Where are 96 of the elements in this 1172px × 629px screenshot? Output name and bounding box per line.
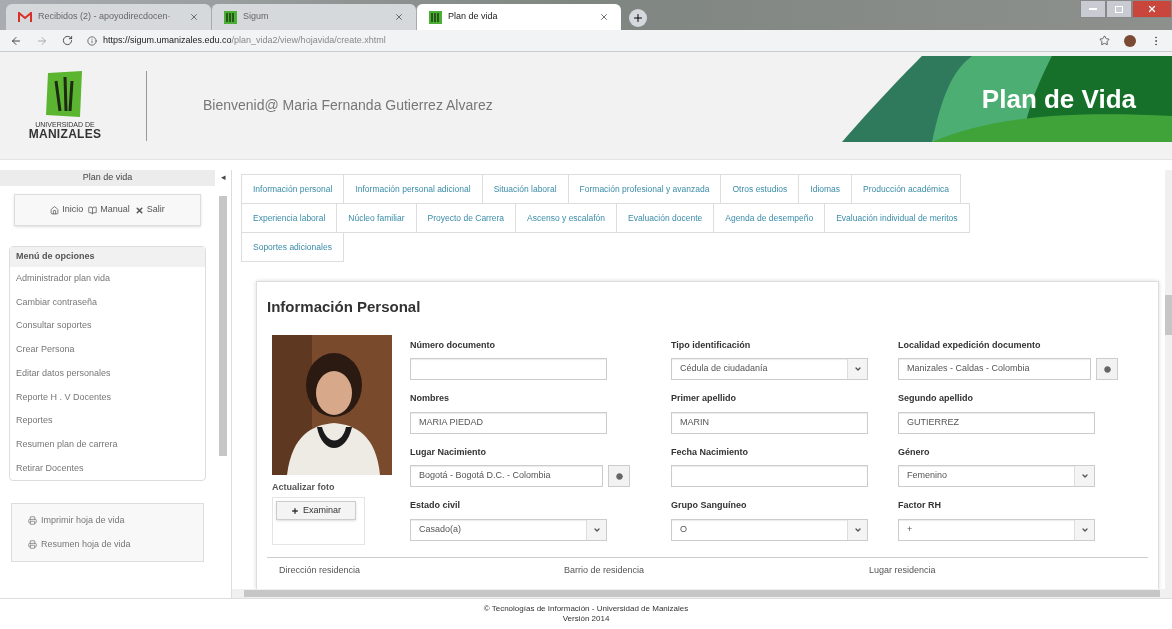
plus-icon <box>632 12 644 24</box>
form-title: Información Personal <box>267 297 422 317</box>
section-tab[interactable]: Evaluación individual de meritos <box>824 203 970 233</box>
field-label: Segundo apellido <box>898 392 974 405</box>
select-field[interactable]: Femenino <box>898 465 1095 487</box>
menu-item[interactable]: Reportes <box>10 409 206 433</box>
select-field[interactable]: Casado(a) <box>410 518 607 541</box>
printer-icon <box>28 516 37 526</box>
quick-link[interactable]: Manual <box>88 203 130 217</box>
scrollbar[interactable] <box>1165 295 1172 335</box>
avatar-icon[interactable] <box>1124 34 1136 47</box>
welcome-text: Bienvenid@ Maria Fernanda Gutierrez Alvarez <box>203 96 493 115</box>
field-label: Nombres <box>410 392 450 405</box>
select-field[interactable]: Cédula de ciudadanía <box>671 358 868 380</box>
close-icon <box>1147 4 1157 14</box>
close-icon[interactable] <box>599 12 609 22</box>
scrollbar[interactable] <box>244 590 1160 597</box>
quick-link[interactable]: Salir <box>134 203 165 217</box>
site-icon <box>429 10 442 24</box>
text-field[interactable]: Bogotá - Bogotá D.C. - Colombia <box>410 465 604 487</box>
select-field[interactable]: O <box>671 518 868 541</box>
star-icon[interactable] <box>1099 35 1110 46</box>
section-tab[interactable]: Soportes adicionales <box>241 232 344 262</box>
sidebar-header: Plan de vida <box>0 170 216 186</box>
text-field[interactable]: Manizales - Caldas - Colombia <box>898 358 1092 380</box>
new-tab-button[interactable] <box>629 9 647 27</box>
field-label: Grupo Sanguíneo <box>671 499 748 512</box>
text-field[interactable]: GUTIERREZ <box>898 411 1095 434</box>
minimize-button[interactable] <box>1080 0 1106 18</box>
menu-item[interactable]: Resumen plan de carrera <box>10 432 206 457</box>
text-field[interactable]: MARIN <box>671 411 868 434</box>
printer-icon <box>28 539 37 549</box>
menu-item[interactable]: Editar datos personales <box>10 361 206 386</box>
field-label: Tipo identificación <box>671 338 752 352</box>
site-icon <box>224 10 237 24</box>
info-icon <box>87 35 97 46</box>
field-label: Lugar Nacimiento <box>410 445 487 459</box>
menu-item[interactable]: Reporte H . V Docentes <box>10 385 206 410</box>
field-label: Estado civil <box>410 499 462 512</box>
field-label: Barrio de residencia <box>564 564 646 577</box>
dot-icon <box>615 472 623 480</box>
section-tab[interactable]: Información personal <box>241 174 345 204</box>
logo-icon <box>46 71 84 117</box>
browser-tab[interactable]: Plan de vida <box>416 4 621 30</box>
close-icon[interactable] <box>189 12 199 22</box>
menu-item[interactable]: Consultar soportes <box>10 314 206 339</box>
photo-label: Actualizar foto <box>272 480 336 494</box>
quick-link[interactable]: Inicio <box>50 203 84 217</box>
tab-title: Recibidos (2) - apoyodirecdocen· <box>38 10 172 24</box>
search-button[interactable] <box>1096 358 1118 380</box>
field-label: Primer apellido <box>671 392 738 405</box>
field-label: Localidad expedición documento <box>898 338 1042 352</box>
close-icon <box>134 205 144 215</box>
caret-icon <box>853 365 862 373</box>
tab-title: Plan de vida <box>448 10 499 24</box>
caret-icon <box>1080 472 1089 480</box>
field-label: Factor RH <box>898 499 942 512</box>
print-link[interactable]: Imprimir hoja de vida <box>28 514 188 528</box>
menu-title: Menú de opciones <box>10 247 206 267</box>
book-icon <box>88 205 98 215</box>
tab-title: Sigum <box>243 10 270 24</box>
print-link[interactable]: Resumen hoja de vida <box>28 537 188 552</box>
mail-icon <box>18 11 32 23</box>
plus-icon <box>291 506 299 515</box>
menu-item[interactable]: Cambiar contraseña <box>10 290 206 315</box>
logo-text: MANIZALES <box>28 128 102 140</box>
field-label: Fecha Nacimiento <box>671 445 750 459</box>
field-label: Dirección residencia <box>278 564 362 577</box>
footer-text: © Tecnologías de Información - Universidad de Manizales <box>483 604 689 614</box>
search-button[interactable] <box>608 465 630 487</box>
select-field[interactable]: + <box>898 518 1095 541</box>
browser-tab[interactable]: Sigum <box>211 4 416 30</box>
menu-item[interactable]: Crear Persona <box>10 338 206 362</box>
maximize-button[interactable] <box>1106 0 1132 18</box>
banner-title: Plan de Vida <box>981 82 1136 116</box>
url-text: https://sigum.umanizales.edu.co/plan_vida2/view/hojavida/create.xhtml <box>103 33 386 47</box>
text-field[interactable]: MARIA PIEDAD <box>410 411 607 434</box>
text-field[interactable] <box>671 465 868 487</box>
back-icon[interactable] <box>10 34 22 47</box>
menu-item[interactable]: Retirar Docentes <box>10 456 206 481</box>
close-icon[interactable] <box>394 12 404 22</box>
browse-button[interactable]: Examinar <box>276 501 356 520</box>
field-label: Género <box>898 445 931 459</box>
collapse-button[interactable]: ◂ <box>220 170 226 186</box>
close-button[interactable] <box>1132 0 1172 18</box>
scrollbar[interactable] <box>219 196 228 456</box>
browser-tab[interactable]: Recibidos (2) - apoyodirecdocen· <box>6 4 211 30</box>
field-label: Número documento <box>410 338 496 352</box>
section-tab[interactable]: Producción académica <box>851 174 962 204</box>
field-label: Lugar residencia <box>869 564 936 577</box>
footer-text: Versión 2014 <box>562 614 610 624</box>
menu-item[interactable]: Administrador plan vida <box>10 267 206 291</box>
text-field[interactable] <box>410 358 607 380</box>
reload-icon[interactable] <box>62 35 73 46</box>
dot-icon <box>1103 365 1111 373</box>
home-icon <box>50 205 60 215</box>
